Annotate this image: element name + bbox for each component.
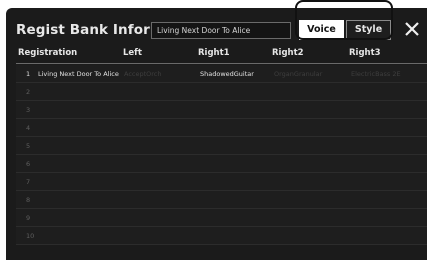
- tab-style[interactable]: Style: [346, 20, 391, 40]
- row-number: 5: [26, 142, 31, 150]
- column-header-right2: Right2: [272, 48, 304, 58]
- voice-right2: OrganGranular: [274, 70, 323, 78]
- row-number: 9: [26, 214, 31, 222]
- column-header-right1: Right1: [198, 48, 230, 58]
- row-number: 10: [26, 232, 35, 240]
- close-button[interactable]: [402, 19, 422, 39]
- row-number: 8: [26, 196, 31, 204]
- bank-name-field[interactable]: Living Next Door To Alice: [151, 22, 291, 39]
- voice-left: AcceptOrch: [124, 70, 162, 78]
- table-row[interactable]: 5: [16, 137, 427, 155]
- regist-bank-information-dialog: Regist Bank Information Living Next Door…: [6, 8, 427, 260]
- header-divider: [16, 63, 427, 64]
- row-number: 4: [26, 124, 31, 132]
- table-row[interactable]: 6: [16, 155, 427, 173]
- tab-voice[interactable]: Voice: [299, 20, 344, 40]
- row-number: 2: [26, 88, 31, 96]
- column-header-right3: Right3: [349, 48, 381, 58]
- row-number: 1: [26, 70, 31, 78]
- voice-style-tabs: Voice Style: [299, 20, 391, 40]
- table-row[interactable]: 8: [16, 191, 427, 209]
- table-row[interactable]: 7: [16, 173, 427, 191]
- table-row[interactable]: 3: [16, 101, 427, 119]
- table-row[interactable]: 1 Living Next Door To Alice AcceptOrch S…: [16, 65, 427, 83]
- table-row[interactable]: 10: [16, 227, 427, 245]
- registration-list: 1 Living Next Door To Alice AcceptOrch S…: [16, 65, 427, 245]
- close-icon: [405, 22, 419, 36]
- voice-right1: ShadowedGuitar: [200, 70, 254, 78]
- row-number: 7: [26, 178, 31, 186]
- table-row[interactable]: 4: [16, 119, 427, 137]
- registration-name: Living Next Door To Alice: [38, 70, 119, 78]
- column-header-left: Left: [123, 48, 142, 58]
- table-header: Registration Left Right1 Right2 Right3: [16, 48, 427, 61]
- callout-pointer-line: [345, 0, 346, 2]
- table-row[interactable]: 2: [16, 83, 427, 101]
- row-number: 3: [26, 106, 31, 114]
- table-row[interactable]: 9: [16, 209, 427, 227]
- voice-right3: ElectricBass 2E: [351, 70, 401, 78]
- row-number: 6: [26, 160, 31, 168]
- column-header-registration: Registration: [18, 48, 78, 58]
